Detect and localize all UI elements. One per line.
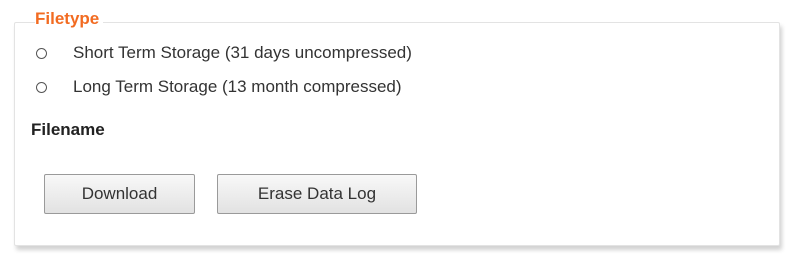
filename-label: Filename <box>31 120 105 139</box>
erase-data-log-button[interactable]: Erase Data Log <box>217 174 417 214</box>
download-button[interactable]: Download <box>44 174 195 214</box>
radio-long-term-label[interactable]: Long Term Storage (13 month compressed) <box>73 77 402 97</box>
radio-long-term-row[interactable]: Long Term Storage (13 month compressed) <box>36 76 402 98</box>
radio-short-term[interactable] <box>36 47 47 59</box>
radio-long-term[interactable] <box>36 81 47 93</box>
filetype-legend: Filetype <box>35 8 104 30</box>
radio-short-term-label[interactable]: Short Term Storage (31 days uncompressed… <box>73 43 412 63</box>
radio-short-term-row[interactable]: Short Term Storage (31 days uncompressed… <box>36 42 412 64</box>
